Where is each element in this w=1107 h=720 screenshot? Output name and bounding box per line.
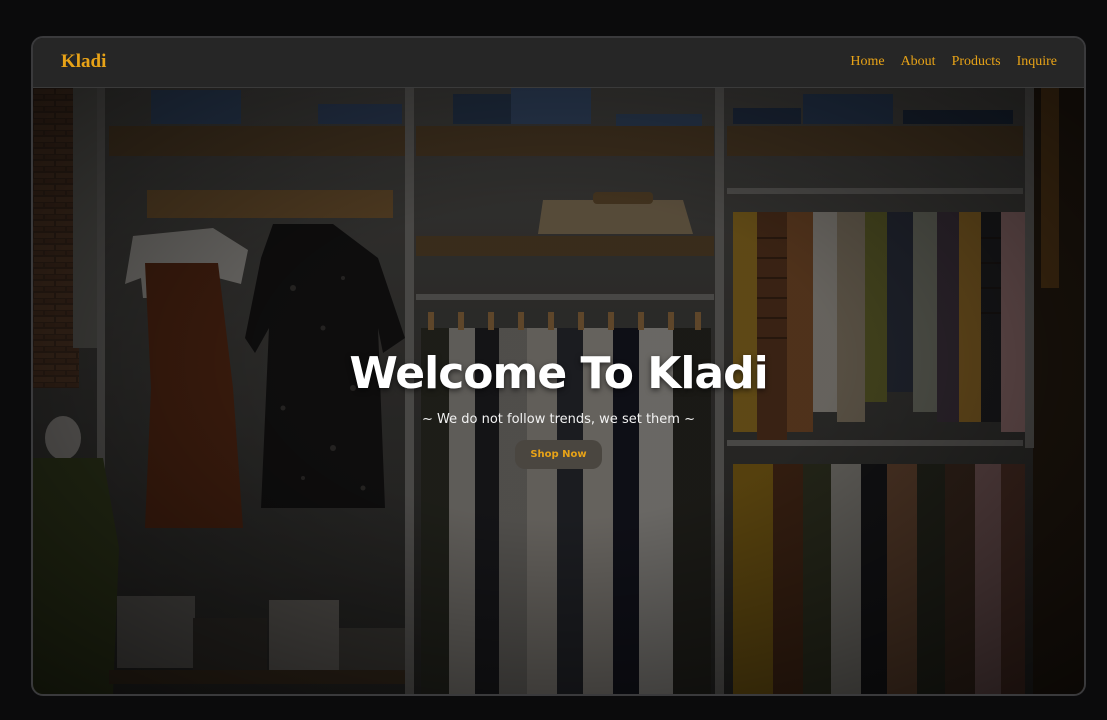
nav-products-link[interactable]: Products	[952, 54, 1001, 70]
hero-title: Welcome To Kladi	[349, 348, 768, 399]
navbar: Kladi Home About Products Inquire	[33, 38, 1084, 88]
nav-inquire-link[interactable]: Inquire	[1017, 54, 1057, 70]
hero-content: Welcome To Kladi ~ We do not follow tren…	[33, 346, 1084, 469]
nav-home-link[interactable]: Home	[850, 54, 884, 70]
hero-section: Welcome To Kladi ~ We do not follow tren…	[33, 88, 1084, 694]
shop-now-button[interactable]: Shop Now	[515, 440, 602, 469]
browser-frame: Kladi Home About Products Inquire Welcom…	[31, 36, 1086, 696]
hero-tagline: ~ We do not follow trends, we set them ~	[422, 412, 695, 427]
nav-links: Home About Products Inquire	[850, 54, 1057, 70]
nav-about-link[interactable]: About	[901, 54, 936, 70]
brand-logo[interactable]: Kladi	[61, 51, 106, 73]
